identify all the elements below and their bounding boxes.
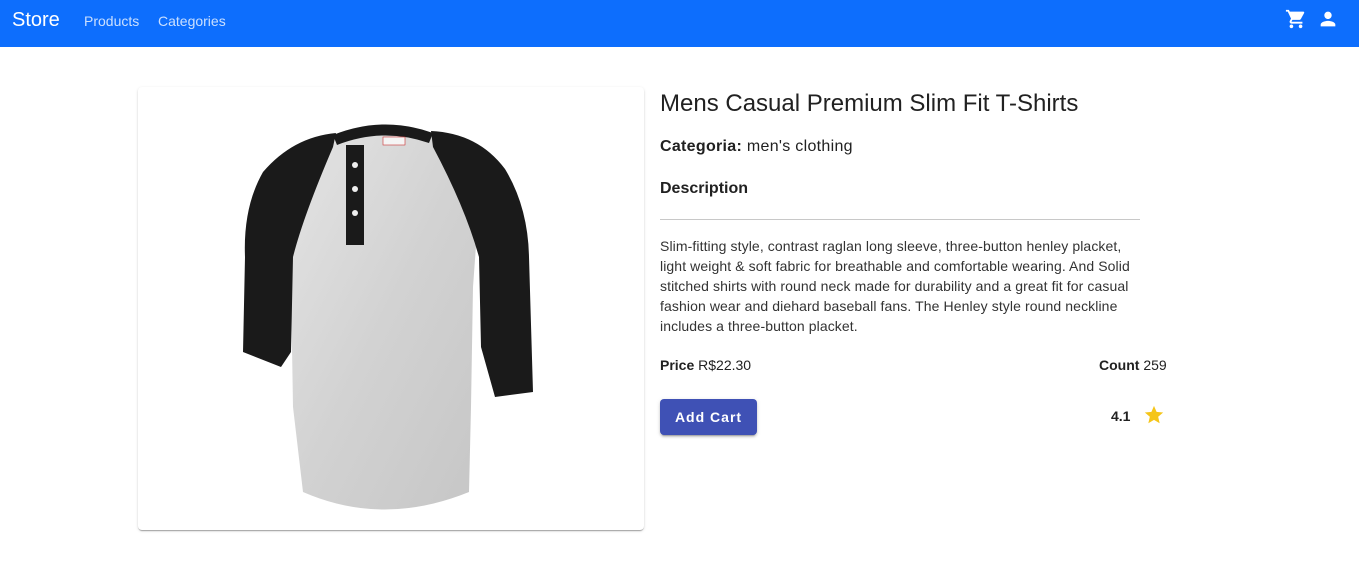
product-title: Mens Casual Premium Slim Fit T-Shirts	[660, 90, 1079, 117]
tshirt-image	[243, 124, 533, 510]
rating-value: 4.1	[1111, 408, 1131, 424]
shopping-cart-icon[interactable]	[1285, 8, 1307, 30]
count-row: Count 259	[1099, 357, 1167, 373]
price-value: R$22.30	[698, 357, 752, 373]
divider	[660, 219, 1140, 220]
app-bar: Store Products Categories	[0, 0, 1359, 47]
add-cart-button[interactable]: Add Cart	[660, 399, 757, 435]
brand-logo[interactable]: Store	[12, 9, 60, 32]
price-label: Price	[660, 357, 695, 373]
account-icon[interactable]	[1317, 8, 1339, 30]
nav-products[interactable]: Products	[84, 13, 139, 29]
product-description: Slim-fitting style, contrast raglan long…	[660, 238, 1130, 334]
nav-categories[interactable]: Categories	[158, 13, 226, 29]
description-heading: Description	[660, 180, 749, 197]
star-icon	[1144, 405, 1164, 424]
product-category: Categoria: men's clothing	[660, 138, 853, 156]
product-image-card	[138, 87, 644, 530]
count-value: 259	[1143, 357, 1167, 373]
count-label: Count	[1099, 357, 1140, 373]
category-value: men's clothing	[746, 138, 853, 155]
category-label: Categoria:	[660, 138, 743, 155]
price-row: Price R$22.30	[660, 357, 751, 373]
